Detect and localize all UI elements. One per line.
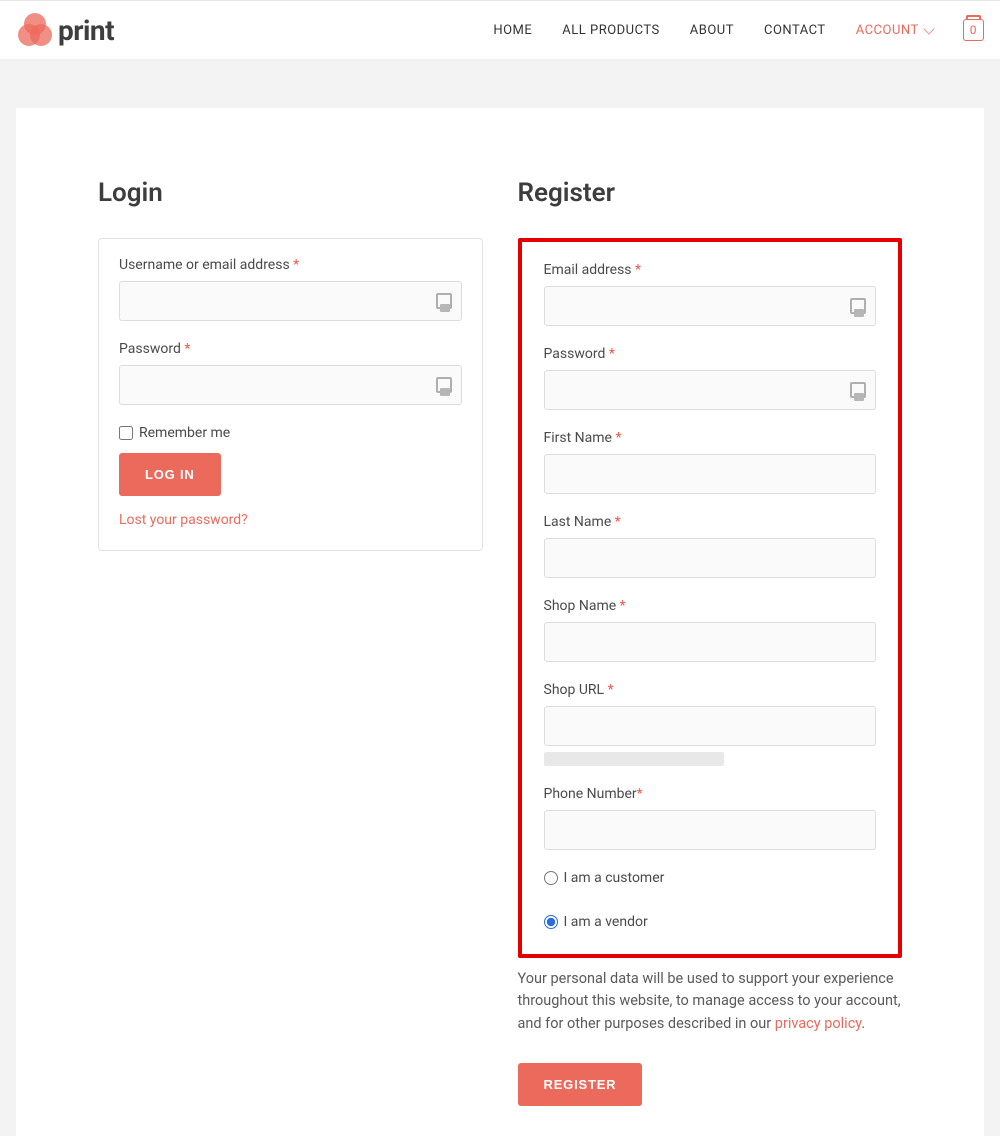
register-phone-label: Phone Number* [544, 786, 877, 802]
register-email-label: Email address * [544, 262, 877, 278]
nav-account[interactable]: ACCOUNT [856, 23, 933, 38]
required-asterisk: * [609, 346, 615, 362]
role-vendor-row: I am a vendor [544, 914, 877, 930]
login-form-card: Username or email address * Password * [98, 238, 483, 551]
register-email-input[interactable] [544, 286, 877, 326]
nav-account-label: ACCOUNT [856, 23, 919, 38]
remember-me-checkbox[interactable] [119, 426, 133, 440]
cart-count: 0 [970, 23, 977, 37]
shop-url-hint [544, 752, 724, 766]
autofill-icon [436, 377, 452, 393]
register-phone-input[interactable] [544, 810, 877, 850]
register-submit-button[interactable]: REGISTER [518, 1063, 643, 1106]
role-vendor-label: I am a vendor [564, 914, 648, 930]
privacy-policy-link[interactable]: privacy policy [775, 1015, 862, 1032]
page-content: Login Username or email address * Passwo… [16, 108, 984, 1136]
register-column: Register Email address * Password * [518, 178, 903, 1106]
role-customer-radio[interactable] [544, 871, 558, 885]
register-shopurl-input[interactable] [544, 706, 877, 746]
register-lastname-field: Last Name * [544, 514, 877, 578]
login-username-label: Username or email address * [119, 257, 462, 273]
nav-contact[interactable]: CONTACT [764, 23, 826, 38]
register-firstname-input[interactable] [544, 454, 877, 494]
required-asterisk: * [637, 786, 643, 802]
register-highlight-box: Email address * Password * [518, 238, 903, 958]
nav-all-products[interactable]: ALL PRODUCTS [562, 23, 659, 38]
required-asterisk: * [184, 341, 190, 357]
login-column: Login Username or email address * Passwo… [98, 178, 483, 1106]
register-lastname-label: Last Name * [544, 514, 877, 530]
required-asterisk: * [608, 682, 614, 698]
role-customer-label: I am a customer [564, 870, 665, 886]
login-password-label: Password * [119, 341, 462, 357]
nav-about[interactable]: ABOUT [690, 23, 734, 38]
cart-button[interactable]: 0 [963, 19, 984, 41]
register-shopurl-field: Shop URL * [544, 682, 877, 766]
register-shopname-field: Shop Name * [544, 598, 877, 662]
remember-me-label: Remember me [139, 425, 230, 441]
login-password-input[interactable] [119, 365, 462, 405]
autofill-icon [850, 382, 866, 398]
required-asterisk: * [293, 257, 299, 273]
chevron-down-icon [923, 23, 934, 34]
lost-password-link[interactable]: Lost your password? [119, 512, 462, 528]
required-asterisk: * [620, 598, 626, 614]
register-firstname-field: First Name * [544, 430, 877, 494]
required-asterisk: * [635, 262, 641, 278]
register-phone-field: Phone Number* [544, 786, 877, 850]
nav-home[interactable]: HOME [493, 23, 532, 38]
register-email-field: Email address * [544, 262, 877, 326]
register-firstname-label: First Name * [544, 430, 877, 446]
required-asterisk: * [615, 430, 621, 446]
register-lastname-input[interactable] [544, 538, 877, 578]
login-heading: Login [98, 178, 483, 208]
site-header: print HOME ALL PRODUCTS ABOUT CONTACT AC… [0, 0, 1000, 60]
register-password-input[interactable] [544, 370, 877, 410]
role-customer-row: I am a customer [544, 870, 877, 886]
login-username-field: Username or email address * [119, 257, 462, 321]
privacy-notice: Your personal data will be used to suppo… [518, 968, 903, 1035]
register-password-label: Password * [544, 346, 877, 362]
login-username-input[interactable] [119, 281, 462, 321]
main-nav: HOME ALL PRODUCTS ABOUT CONTACT ACCOUNT … [493, 19, 984, 41]
register-shopname-input[interactable] [544, 622, 877, 662]
remember-me-row: Remember me [119, 425, 462, 441]
register-shopname-label: Shop Name * [544, 598, 877, 614]
autofill-icon [850, 298, 866, 314]
brand-name: print [58, 14, 114, 47]
register-heading: Register [518, 178, 903, 208]
required-asterisk: * [615, 514, 621, 530]
login-submit-button[interactable]: LOG IN [119, 453, 221, 496]
register-password-field: Password * [544, 346, 877, 410]
register-shopurl-label: Shop URL * [544, 682, 877, 698]
brand[interactable]: print [18, 13, 114, 47]
login-password-field: Password * [119, 341, 462, 405]
autofill-icon [436, 293, 452, 309]
role-vendor-radio[interactable] [544, 915, 558, 929]
brand-logo-icon [18, 13, 52, 47]
